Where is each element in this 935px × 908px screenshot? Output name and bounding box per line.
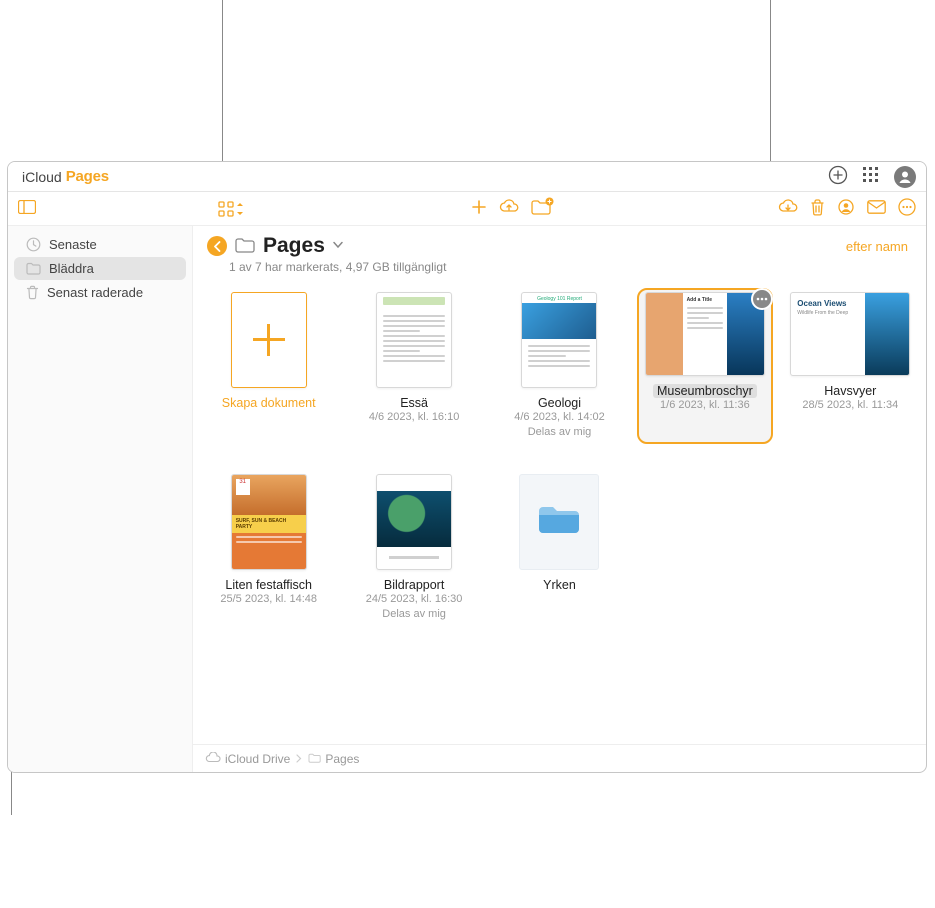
document-tile-report[interactable]: Bildrapport 24/5 2023, kl. 16:30 Delas a… bbox=[346, 470, 481, 626]
account-avatar[interactable] bbox=[894, 166, 916, 188]
document-name: Havsvyer bbox=[824, 384, 876, 398]
create-label: Skapa dokument bbox=[222, 396, 316, 410]
document-thumb: Ocean Views Wildlife From the Deep bbox=[790, 292, 910, 376]
sidebar-item-recently-deleted[interactable]: Senast raderade bbox=[14, 281, 186, 304]
app-header: iCloud Pages bbox=[8, 162, 926, 192]
location-title[interactable]: Pages bbox=[263, 234, 325, 258]
thumb-mid-text: SURF, SUN & BEACH PARTY bbox=[232, 515, 306, 533]
document-name: Museumbroschyr bbox=[653, 384, 757, 398]
crumb-leaf[interactable]: Pages bbox=[308, 752, 359, 766]
thumb-subtitle: Wildlife From the Deep bbox=[797, 310, 859, 316]
document-meta: 25/5 2023, kl. 14:48 bbox=[220, 592, 317, 607]
folder-small-icon bbox=[308, 752, 321, 766]
document-tile-brochure[interactable]: Add a Title Museumbroschyr 1/6 2023, kl.… bbox=[637, 288, 772, 444]
sidebar-item-label: Bläddra bbox=[49, 261, 94, 276]
crumb-label: Pages bbox=[325, 752, 359, 766]
document-meta: 4/6 2023, kl. 16:10 bbox=[369, 410, 460, 425]
document-thumb: Geology 101 Report bbox=[521, 292, 597, 388]
plus-icon bbox=[253, 324, 285, 356]
folder-tile-yrken[interactable]: Yrken bbox=[492, 470, 627, 626]
document-meta: 28/5 2023, kl. 11:34 bbox=[802, 398, 898, 413]
document-tile-ocean[interactable]: Ocean Views Wildlife From the Deep Havsv… bbox=[783, 288, 918, 444]
document-meta: 1/6 2023, kl. 11:36 bbox=[660, 398, 750, 413]
folder-large-icon bbox=[537, 503, 581, 540]
delete-icon[interactable] bbox=[810, 199, 825, 219]
document-tile-party[interactable]: 31 SURF, SUN & BEACH PARTY Liten festaff… bbox=[201, 470, 336, 626]
sidebar-item-browse[interactable]: Bläddra bbox=[14, 257, 186, 280]
folder-name: Yrken bbox=[543, 578, 576, 592]
new-document-icon[interactable] bbox=[471, 199, 487, 218]
back-button[interactable] bbox=[207, 236, 227, 256]
sort-by-link[interactable]: efter namn bbox=[846, 239, 912, 254]
sidebar: Senaste Bläddra Senast raderade bbox=[8, 226, 193, 772]
view-options-icon[interactable] bbox=[218, 201, 244, 217]
document-meta: 24/5 2023, kl. 16:30 bbox=[366, 592, 463, 607]
sidebar-item-label: Senast raderade bbox=[47, 285, 143, 300]
toolbar bbox=[8, 192, 926, 226]
document-thumb: 31 SURF, SUN & BEACH PARTY bbox=[231, 474, 307, 570]
download-icon[interactable] bbox=[778, 199, 798, 218]
trash-icon bbox=[26, 285, 39, 300]
document-name: Essä bbox=[400, 396, 428, 410]
document-name: Liten festaffisch bbox=[225, 578, 312, 592]
breadcrumb: iCloud Drive Pages bbox=[193, 744, 926, 772]
folder-icon bbox=[26, 262, 41, 275]
create-plus-icon[interactable] bbox=[828, 165, 848, 188]
document-shared-meta: Delas av mig bbox=[528, 425, 592, 440]
new-folder-icon[interactable] bbox=[531, 199, 551, 218]
upload-icon[interactable] bbox=[499, 199, 519, 218]
crumb-label: iCloud Drive bbox=[225, 752, 290, 766]
cloud-icon bbox=[205, 752, 221, 766]
sidebar-item-recents[interactable]: Senaste bbox=[14, 233, 186, 256]
document-tile-geology[interactable]: Geology 101 Report Geologi 4/6 2023, kl.… bbox=[492, 288, 627, 444]
brand-icloud-label: iCloud bbox=[22, 169, 62, 185]
brand: iCloud Pages bbox=[18, 168, 109, 185]
document-name: Bildrapport bbox=[384, 578, 444, 592]
thumb-date: 31 bbox=[236, 479, 250, 495]
location-folder-icon bbox=[235, 237, 255, 256]
sidebar-item-label: Senaste bbox=[49, 237, 97, 252]
document-tile-essay[interactable]: Essä 4/6 2023, kl. 16:10 bbox=[346, 288, 481, 444]
document-grid: Skapa dokument Essä 4/6 2023, kl. 16:10 … bbox=[193, 274, 926, 639]
brand-pages-label: Pages bbox=[66, 168, 109, 185]
selection-status: 1 av 7 har markerats, 4,97 GB tillgängli… bbox=[193, 258, 926, 274]
toggle-sidebar-icon[interactable] bbox=[18, 200, 36, 217]
folder-thumb bbox=[519, 474, 599, 570]
location-chevron-icon[interactable] bbox=[333, 240, 343, 252]
chevron-right-icon bbox=[296, 752, 302, 766]
document-thumb bbox=[376, 474, 452, 570]
main-panel: Pages efter namn 1 av 7 har markerats, 4… bbox=[193, 226, 926, 772]
document-name: Geologi bbox=[538, 396, 581, 410]
item-more-button[interactable] bbox=[751, 288, 773, 310]
clock-icon bbox=[26, 237, 41, 252]
crumb-root[interactable]: iCloud Drive bbox=[205, 752, 290, 766]
app-window: iCloud Pages bbox=[7, 161, 927, 773]
app-grid-icon[interactable] bbox=[862, 166, 880, 187]
send-copy-icon[interactable] bbox=[867, 200, 886, 217]
location-row: Pages efter namn bbox=[193, 226, 926, 258]
create-thumb bbox=[231, 292, 307, 388]
create-document-tile[interactable]: Skapa dokument bbox=[201, 288, 336, 444]
share-people-icon[interactable] bbox=[837, 199, 855, 218]
thumb-title: Ocean Views bbox=[797, 299, 859, 308]
document-shared-meta: Delas av mig bbox=[382, 607, 446, 622]
document-meta: 4/6 2023, kl. 14:02 bbox=[514, 410, 605, 425]
more-actions-icon[interactable] bbox=[898, 198, 916, 219]
document-thumb bbox=[376, 292, 452, 388]
document-thumb: Add a Title bbox=[645, 292, 765, 376]
